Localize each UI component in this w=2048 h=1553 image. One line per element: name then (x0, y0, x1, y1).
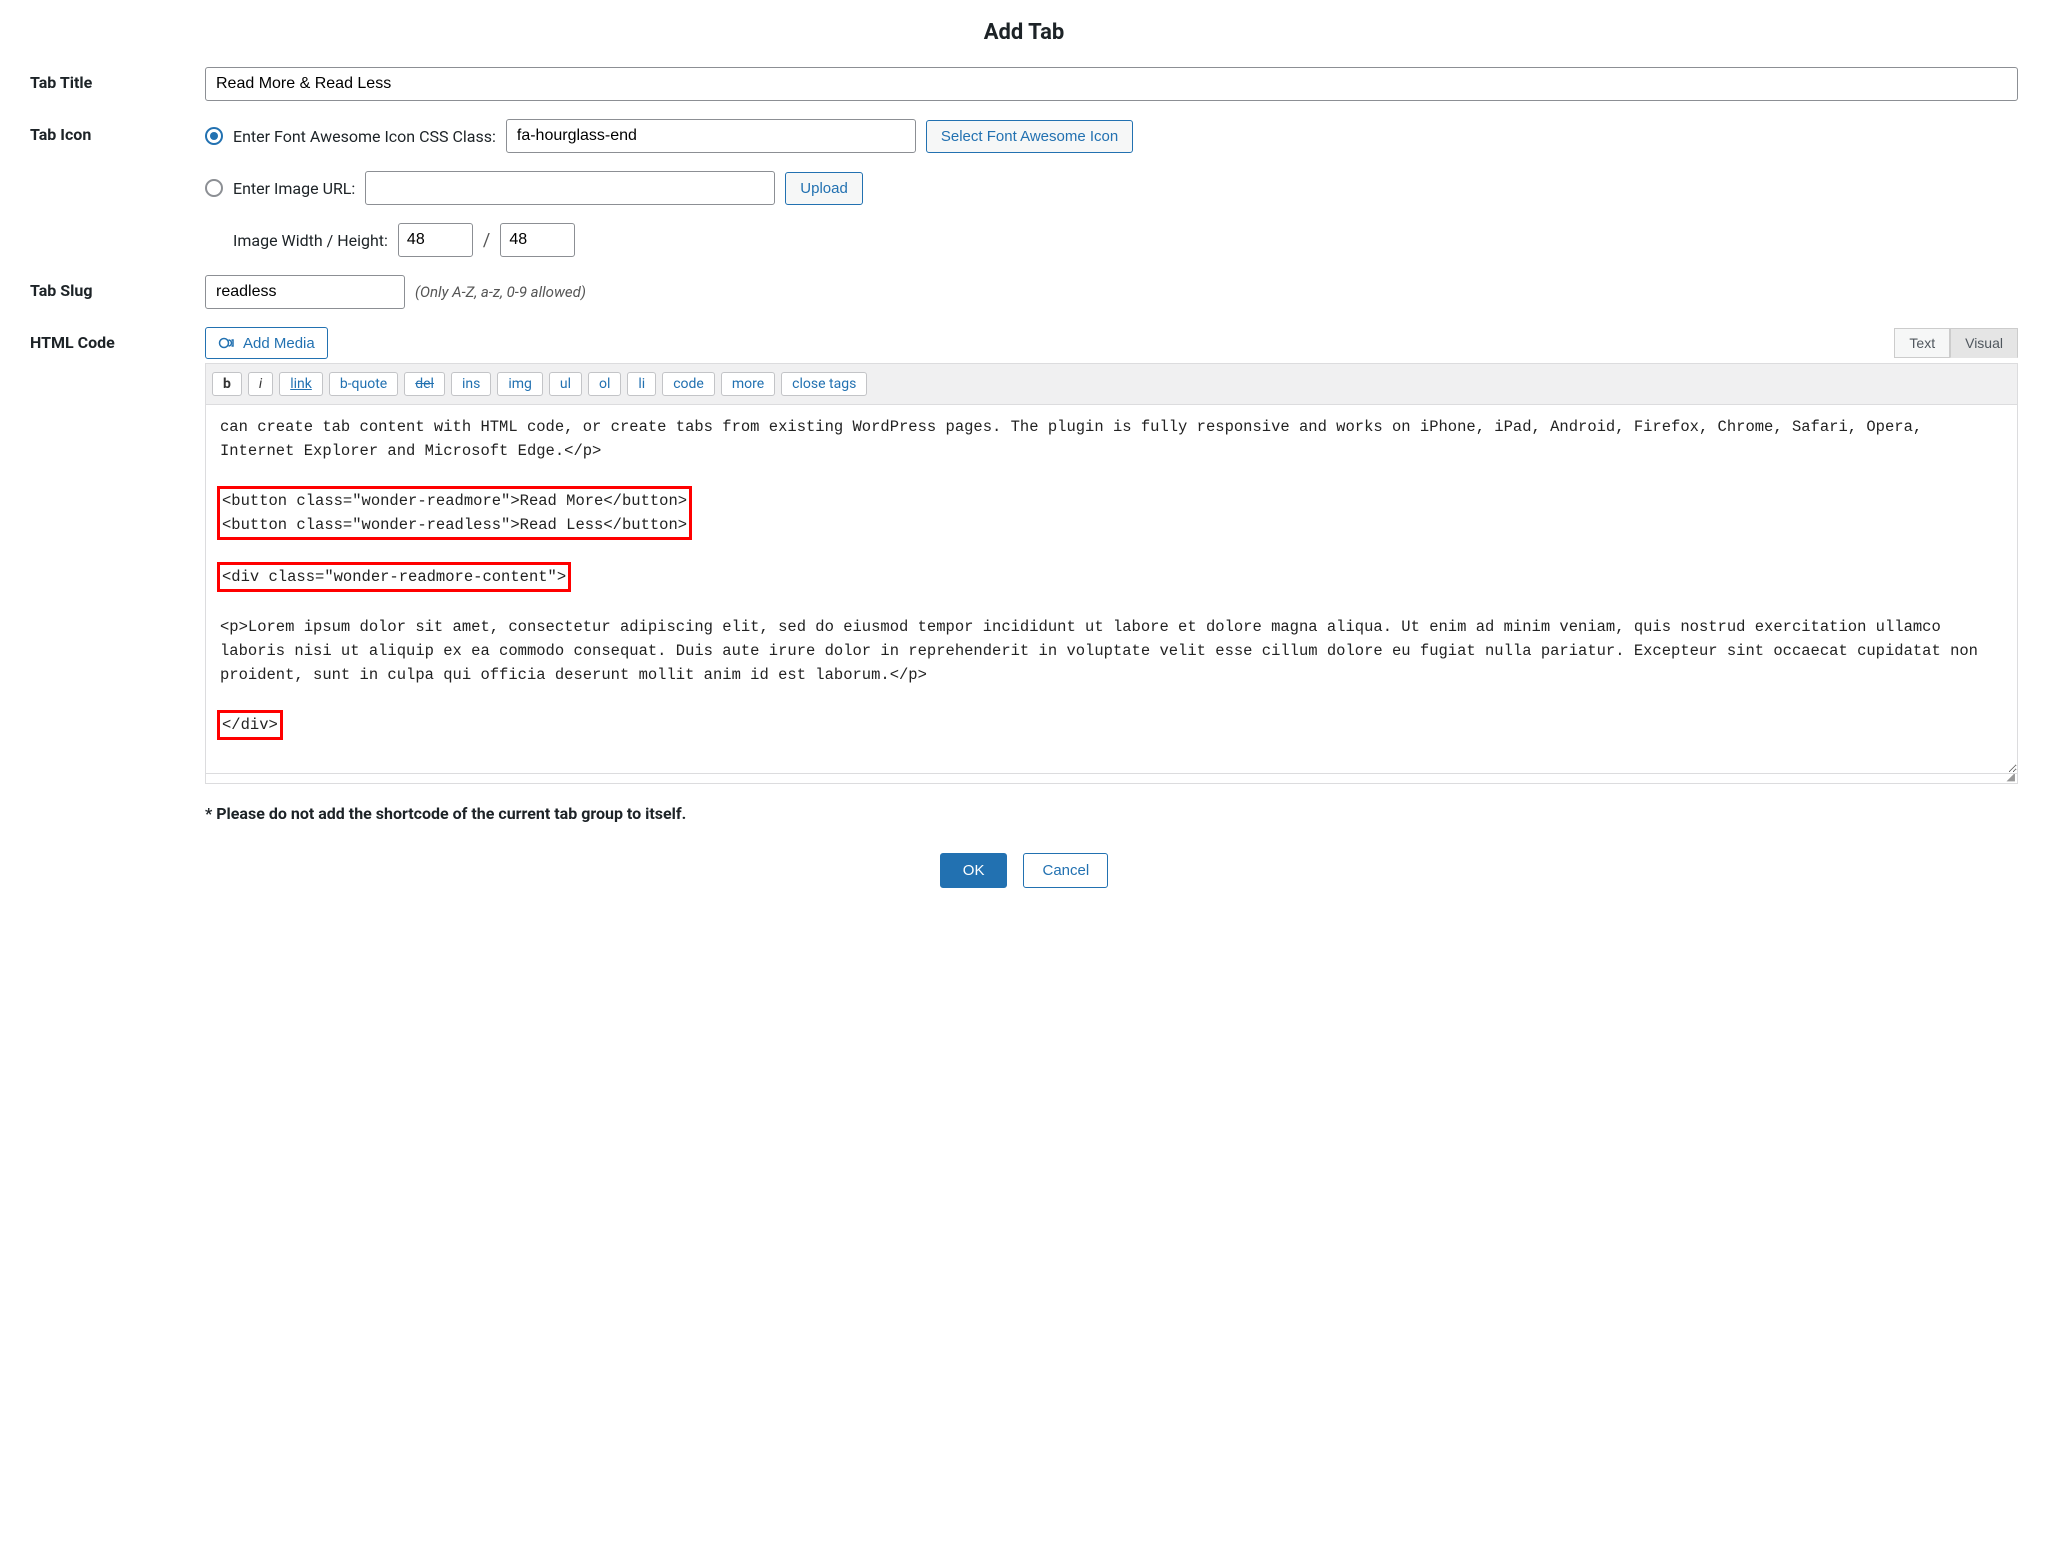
editor-resize-handle[interactable]: ◢ (205, 774, 2018, 784)
fa-class-input[interactable] (506, 119, 916, 153)
media-icon (218, 334, 236, 352)
editor-tab-text[interactable]: Text (1894, 328, 1950, 358)
tab-icon-label: Tab Icon (30, 119, 175, 144)
toolbar-ul-button[interactable]: ul (549, 372, 582, 396)
html-code-label: HTML Code (30, 327, 175, 352)
image-url-input[interactable] (365, 171, 775, 205)
editor-lorem: <p>Lorem ipsum dolor sit amet, consectet… (220, 618, 1987, 684)
toolbar-ol-button[interactable]: ol (588, 372, 621, 396)
highlight-buttons: <button class="wonder-readmore">Read Mor… (220, 489, 689, 537)
highlight-divclose: </div> (220, 713, 280, 737)
toolbar-more-button[interactable]: more (721, 372, 775, 396)
tab-title-label: Tab Title (30, 67, 175, 92)
url-radio-label: Enter Image URL: (233, 179, 355, 198)
image-height-input[interactable] (500, 223, 575, 257)
dim-label: Image Width / Height: (233, 231, 388, 250)
tab-title-input[interactable] (205, 67, 2018, 101)
shortcode-warning: * Please do not add the shortcode of the… (205, 804, 2018, 823)
fa-radio-label: Enter Font Awesome Icon CSS Class: (233, 127, 496, 146)
highlight-divopen: <div class="wonder-readmore-content"> (220, 565, 568, 589)
tab-slug-label: Tab Slug (30, 275, 175, 300)
url-radio[interactable] (205, 179, 223, 197)
cancel-button[interactable]: Cancel (1023, 853, 1108, 888)
html-code-editor[interactable]: can create tab content with HTML code, o… (205, 404, 2018, 774)
editor-toolbar: b i link b-quote del ins img ul ol li co… (205, 363, 2018, 404)
editor-pretext: can create tab content with HTML code, o… (220, 418, 1932, 460)
toolbar-li-button[interactable]: li (627, 372, 656, 396)
toolbar-italic-button[interactable]: i (248, 372, 273, 396)
toolbar-del-button[interactable]: del (404, 372, 445, 396)
dim-separator: / (483, 230, 490, 251)
ok-button[interactable]: OK (940, 853, 1008, 888)
add-media-button[interactable]: Add Media (205, 327, 328, 359)
toolbar-img-button[interactable]: img (497, 372, 543, 396)
toolbar-code-button[interactable]: code (662, 372, 715, 396)
upload-button[interactable]: Upload (785, 172, 863, 205)
toolbar-link-button[interactable]: link (279, 372, 323, 396)
toolbar-close-tags-button[interactable]: close tags (781, 372, 867, 396)
toolbar-ins-button[interactable]: ins (451, 372, 491, 396)
toolbar-bold-button[interactable]: b (212, 372, 242, 396)
image-width-input[interactable] (398, 223, 473, 257)
editor-tab-visual[interactable]: Visual (1950, 328, 2018, 358)
select-fa-icon-button[interactable]: Select Font Awesome Icon (926, 120, 1133, 153)
toolbar-bquote-button[interactable]: b-quote (329, 372, 398, 396)
fa-radio[interactable] (205, 127, 223, 145)
tab-slug-input[interactable] (205, 275, 405, 309)
dialog-title: Add Tab (30, 20, 2018, 45)
add-media-label: Add Media (243, 335, 315, 352)
slug-hint: (Only A-Z, a-z, 0-9 allowed) (415, 283, 586, 301)
